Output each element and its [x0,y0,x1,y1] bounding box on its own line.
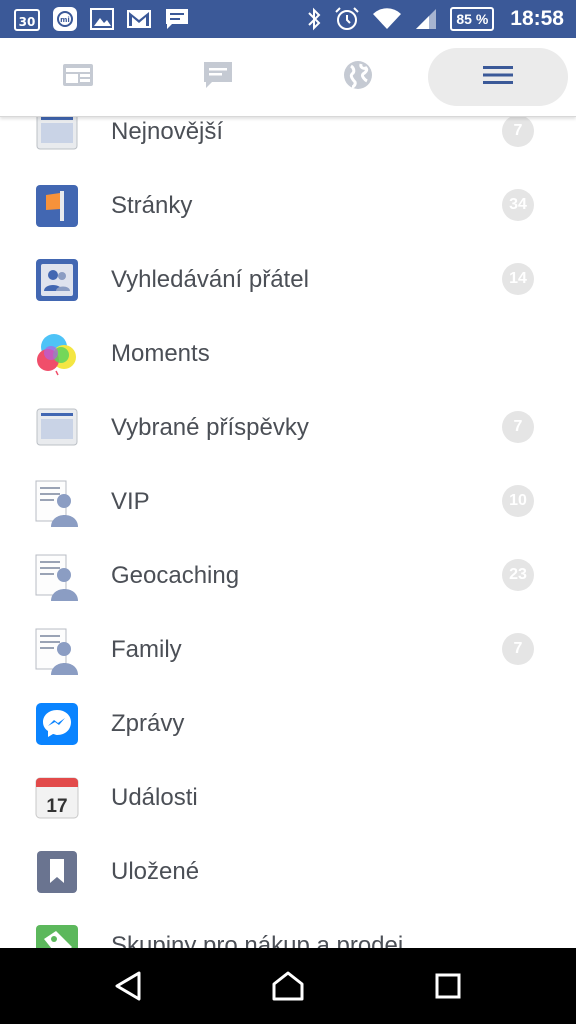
android-navigation-bar [0,948,576,1024]
tab-menu[interactable] [428,48,568,106]
menu-item-label: Vyhledávání přátel [111,266,309,293]
home-button[interactable] [268,968,308,1008]
gmail-icon [126,9,152,29]
news-feed-icon [62,62,94,93]
menu-item-label: Události [111,784,198,811]
bluetooth-icon [306,6,322,32]
messenger-icon [34,701,80,747]
pages-flag-icon [34,183,80,229]
recents-button[interactable] [428,968,468,1008]
menu-item-label: Skupiny pro nákup a prodej [111,932,404,948]
top-navigation [0,38,576,117]
home-icon [271,970,305,1007]
svg-text:mi: mi [60,16,70,24]
menu-item-udalosti[interactable]: 17 Události [0,760,576,834]
count-badge: 23 [502,559,534,591]
menu-item-vybrane-prispevky[interactable]: Vybrané příspěvky 7 [0,390,576,464]
count-badge: 7 [502,411,534,443]
hamburger-icon [482,65,514,90]
tag-icon [34,923,80,948]
mi-icon: mi [52,6,78,32]
back-icon [112,970,144,1007]
moments-balloons-icon [34,331,80,377]
menu-list: Nejnovější 7 Stránky 34 Vyhledávání přát… [0,90,576,948]
count-badge: 10 [502,485,534,517]
menu-item-label: VIP [111,488,150,515]
date-badge-text: 30 [19,15,36,29]
menu-item-family[interactable]: Family 7 [0,612,576,686]
friend-list-icon [34,627,80,675]
menu-item-vyhledavani-pratel[interactable]: Vyhledávání přátel 14 [0,242,576,316]
count-badge: 7 [502,115,534,147]
back-button[interactable] [108,968,148,1008]
menu-item-geocaching[interactable]: Geocaching 23 [0,538,576,612]
friend-list-icon [34,553,80,601]
count-badge: 7 [502,633,534,665]
menu-item-label: Vybrané příspěvky [111,414,309,441]
calendar-icon: 30 [14,7,40,31]
find-friends-icon [34,257,80,303]
menu-item-vip[interactable]: VIP 10 [0,464,576,538]
signal-icon [414,7,438,31]
message-icon [164,7,190,31]
count-badge: 34 [502,189,534,221]
tab-news-feed[interactable] [40,48,116,106]
menu-item-zpravy[interactable]: Zprávy [0,686,576,760]
wifi-icon [372,7,402,31]
recents-icon [434,972,462,1005]
menu-item-label: Moments [111,340,210,367]
image-icon [90,8,114,30]
menu-item-label: Geocaching [111,562,240,589]
bookmark-icon [34,849,80,895]
tab-messages[interactable] [180,48,256,106]
status-bar: 30 mi 85 % 18:58 [0,0,576,38]
menu-item-label: Nejnovější [111,118,224,145]
menu-item-skupiny-pro-nakup[interactable]: Skupiny pro nákup a prodej [0,908,576,948]
menu-item-label: Stránky [111,192,193,219]
menu-item-ulozene[interactable]: Uložené [0,834,576,908]
calendar-day: 17 [46,796,67,817]
menu-item-label: Uložené [111,858,200,885]
tab-notifications[interactable] [320,48,396,106]
chat-icon [202,60,234,95]
calendar-17-icon: 17 [34,775,80,821]
feed-icon [34,405,80,451]
menu-item-label: Family [111,636,182,663]
globe-icon [343,60,373,95]
clock-time: 18:58 [510,7,564,30]
battery-icon: 85 % [450,7,495,31]
menu-item-label: Zprávy [111,710,185,737]
menu-item-stranky[interactable]: Stránky 34 [0,168,576,242]
count-badge: 14 [502,263,534,295]
alarm-icon [334,6,360,32]
menu-item-moments[interactable]: Moments [0,316,576,390]
friend-list-icon [34,479,80,527]
